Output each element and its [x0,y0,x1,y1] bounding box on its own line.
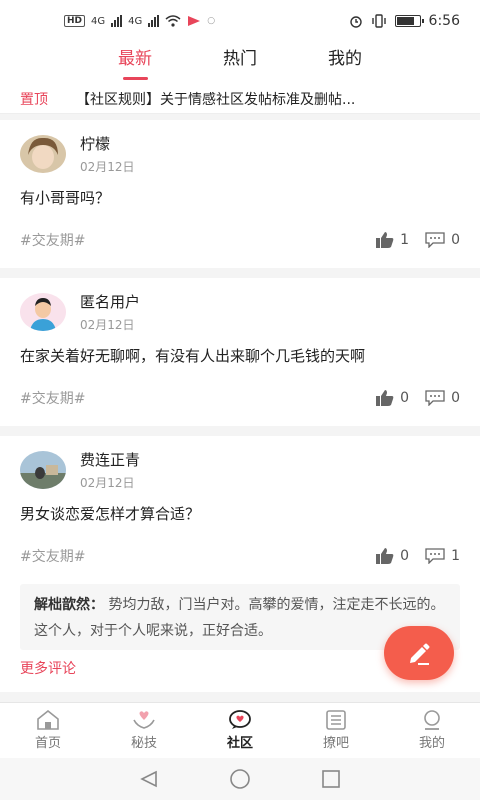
bottom-nav: 首页 秘技 社区 撩吧 我的 [0,702,480,758]
post-stats: 0 1 [376,548,460,564]
pinned-text[interactable]: 【社区规则】关于情感社区发帖标准及删帖... [76,89,355,109]
post-stats: 0 0 [376,390,460,406]
tab-hot[interactable]: 热门 [188,42,293,84]
vibrate-icon [371,14,386,28]
post-feed: 柠檬 02月12日 有小哥哥吗？ #交友期# 1 0 匿名用户 02月12日 在… [0,120,480,702]
commenter-name[interactable]: 解柮歆然： [34,597,104,613]
post-date: 02月12日 [80,318,135,332]
comment-button[interactable]: 0 [425,390,460,406]
recents-icon[interactable] [321,769,341,789]
network-4g-1: 4G [91,15,106,27]
like-button[interactable]: 0 [376,390,409,406]
back-icon[interactable] [139,770,159,788]
post-meta: 匿名用户 02月12日 [80,291,140,333]
home-icon [37,710,59,730]
top-tabs: 最新 热门 我的 [0,42,480,84]
author-name[interactable]: 柠檬 [80,133,135,154]
heart-hands-icon [133,711,155,729]
post-header: 柠檬 02月12日 [20,132,460,176]
network-4g-2: 4G [128,15,143,27]
comment-icon [425,232,445,248]
community-icon [229,710,251,729]
list-icon [326,710,346,730]
author-name[interactable]: 费连正青 [80,449,140,470]
home-circle-icon[interactable] [229,768,251,790]
avatar[interactable] [20,293,66,331]
post-card[interactable]: 柠檬 02月12日 有小哥哥吗？ #交友期# 1 0 [0,120,480,268]
tab-latest[interactable]: 最新 [83,42,188,84]
like-count: 0 [400,390,410,406]
like-count: 0 [400,548,410,564]
post-content[interactable]: 有小哥哥吗？ [20,184,460,212]
post-header: 匿名用户 02月12日 [20,290,460,334]
comment-icon [425,548,445,564]
thumbs-up-icon [376,232,394,248]
nav-tips-label: 秘技 [130,736,157,751]
topic-tag[interactable]: #交友期# [20,388,85,408]
status-left: HD 4G 4G ○ [64,15,215,27]
nav-community[interactable]: 社区 [192,703,288,758]
battery-icon [394,15,424,27]
user-icon [424,710,440,730]
comment-icon [425,390,445,406]
like-button[interactable]: 1 [376,232,409,248]
system-nav [0,758,480,800]
comment-button[interactable]: 0 [425,232,460,248]
comment-count: 0 [451,232,460,248]
pinned-notice[interactable]: 置顶 【社区规则】关于情感社区发帖标准及删帖... [0,84,480,114]
nav-flirt[interactable]: 撩吧 [288,703,384,758]
nav-home[interactable]: 首页 [0,703,96,758]
status-bar: HD 4G 4G ○ 6:56 [0,0,480,42]
post-meta: 柠檬 02月12日 [80,133,135,175]
tab-mine[interactable]: 我的 [293,42,398,84]
post-footer: #交友期# 0 0 [20,370,460,426]
new-post-button[interactable] [384,626,454,680]
clock: 6:56 [428,13,460,29]
topic-tag[interactable]: #交友期# [20,546,85,566]
app-notification-icon [188,16,201,26]
nav-tips[interactable]: 秘技 [96,703,192,758]
post-date: 02月12日 [80,476,135,490]
post-header: 费连正青 02月12日 [20,448,460,492]
nav-profile-label: 我的 [418,736,445,751]
topic-tag[interactable]: #交友期# [20,230,85,250]
like-button[interactable]: 0 [376,548,409,564]
avatar[interactable] [20,135,66,173]
signal-icon-2 [148,15,160,27]
post-stats: 1 0 [376,232,460,248]
pencil-icon [410,643,430,665]
nav-profile[interactable]: 我的 [384,703,480,758]
alarm-icon [349,16,362,28]
hd-badge: HD [64,15,86,27]
avatar[interactable] [20,451,66,489]
comment-count: 1 [451,548,460,564]
post-meta: 费连正青 02月12日 [80,449,140,491]
thumbs-up-icon [376,548,394,564]
pinned-tag: 置顶 [20,91,48,108]
post-card[interactable]: 匿名用户 02月12日 在家关着好无聊啊，有没有人出来聊个几毛钱的天啊 #交友期… [0,278,480,426]
dot-icon: ○ [207,16,216,26]
post-date: 02月12日 [80,160,135,174]
post-footer: #交友期# 1 0 [20,212,460,268]
nav-home-label: 首页 [34,736,61,751]
wifi-icon [165,15,181,27]
post-content[interactable]: 在家关着好无聊啊，有没有人出来聊个几毛钱的天啊 [20,342,460,370]
status-right: 6:56 [349,13,460,29]
nav-community-label: 社区 [226,736,253,751]
post-content[interactable]: 男女谈恋爱怎样才算合适？ [20,500,460,528]
thumbs-up-icon [376,390,394,406]
signal-icon [111,15,123,27]
nav-flirt-label: 撩吧 [322,736,349,751]
comment-button[interactable]: 1 [425,548,460,564]
comment-count: 0 [451,390,460,406]
author-name[interactable]: 匿名用户 [80,291,140,312]
like-count: 1 [400,232,410,248]
post-footer: #交友期# 0 1 [20,528,460,584]
